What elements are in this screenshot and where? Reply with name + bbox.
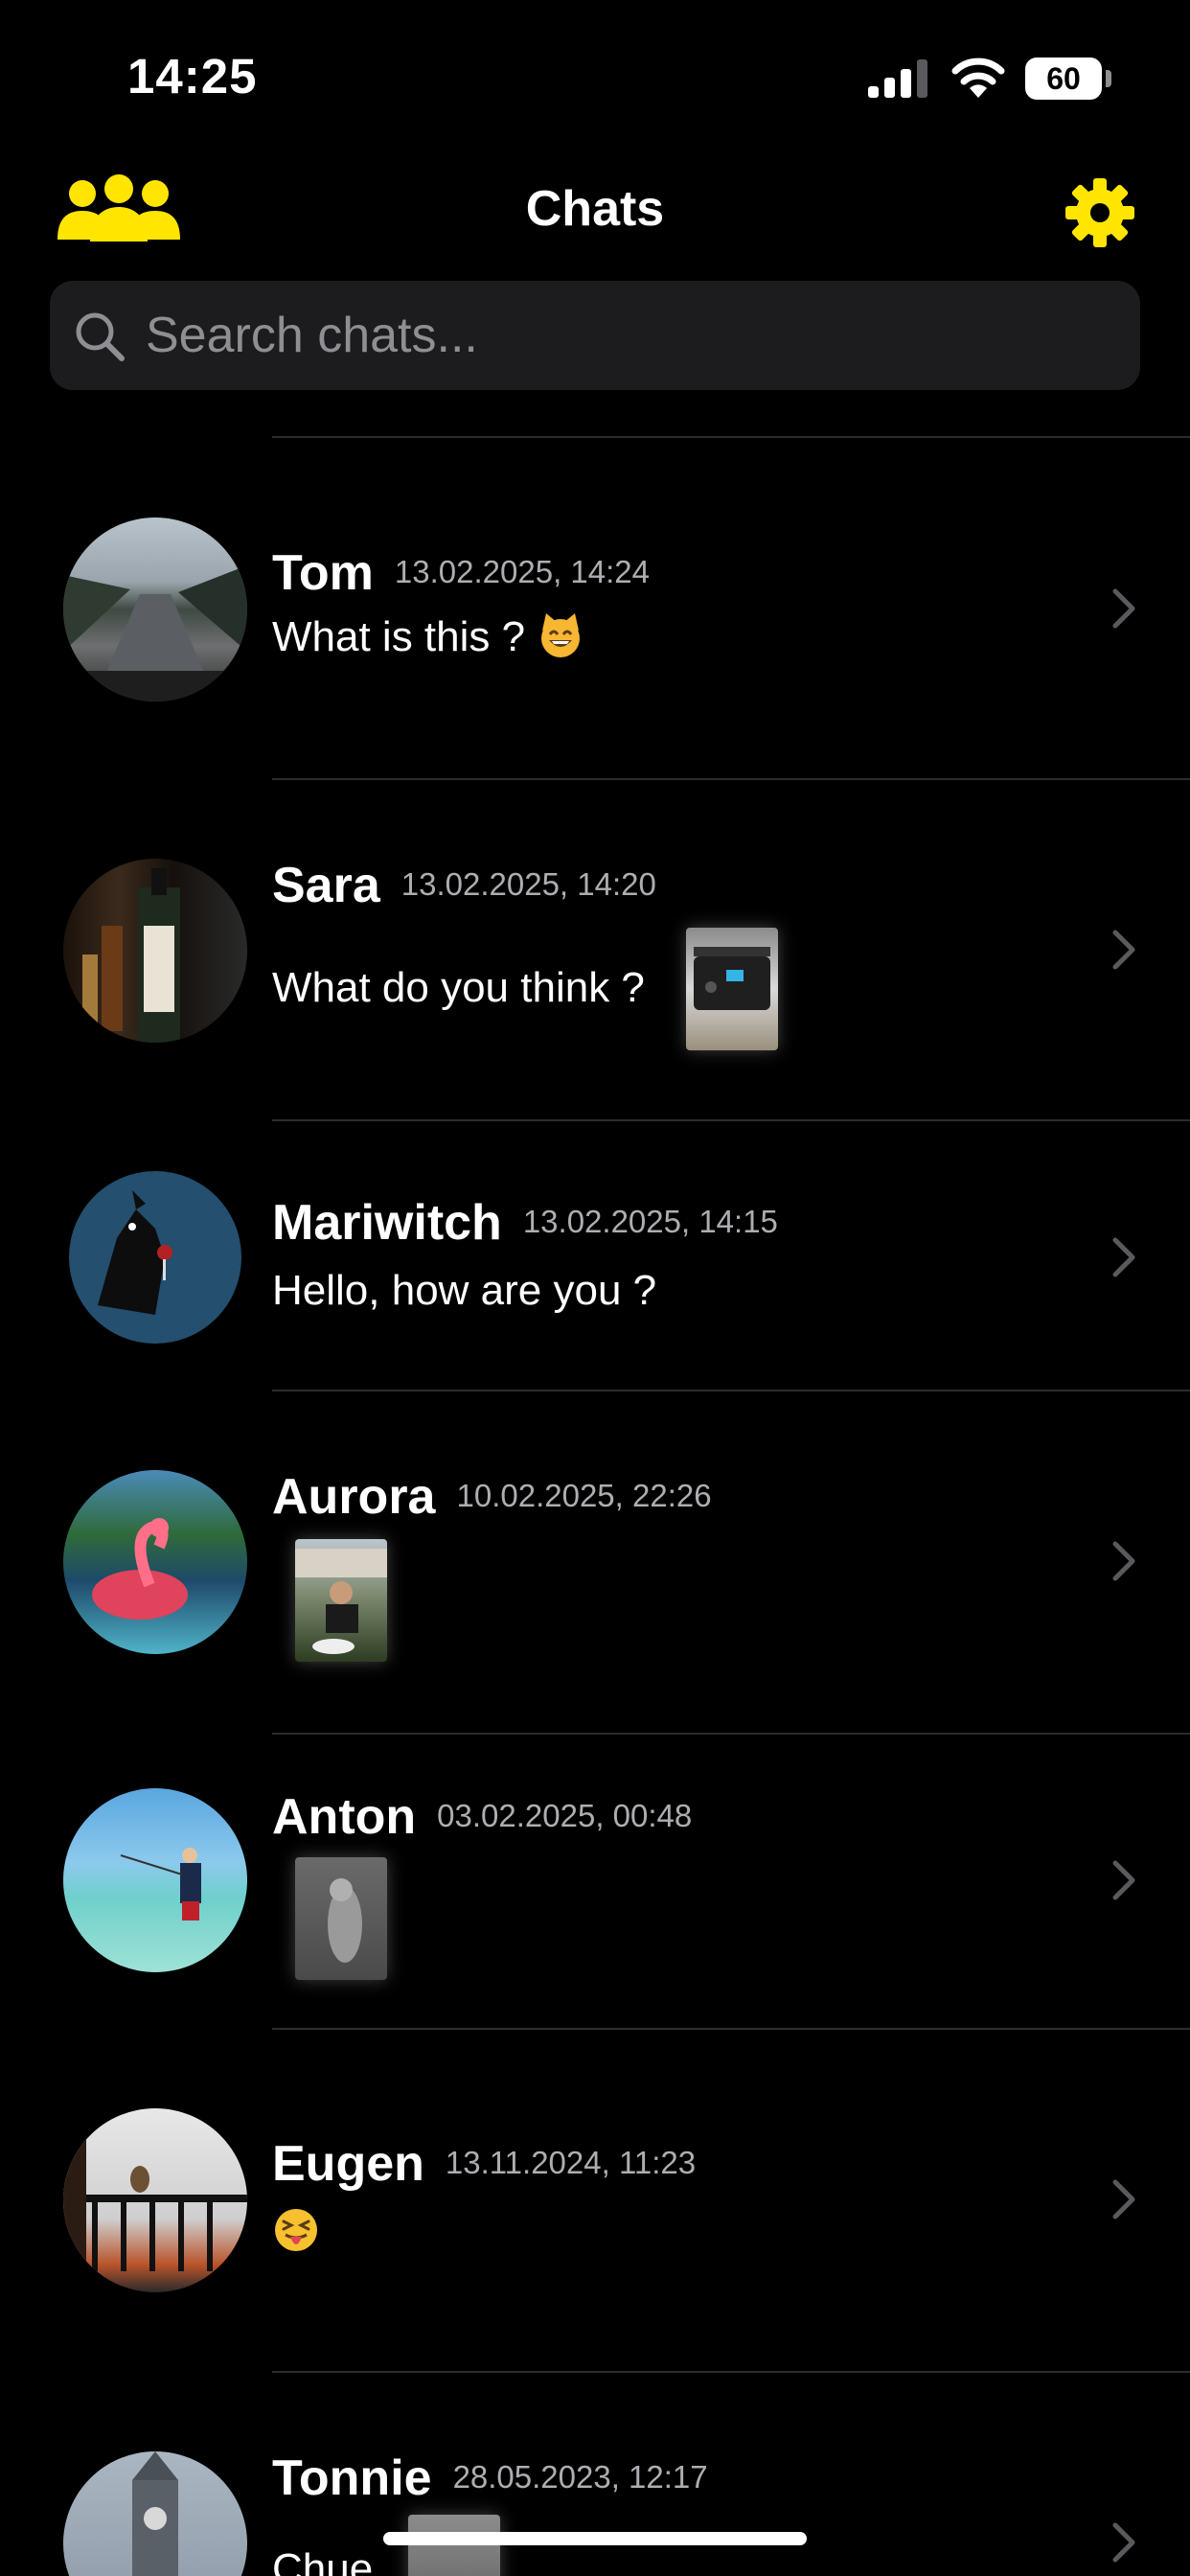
page-title: Chats — [525, 181, 665, 237]
chat-date: 13.11.2024, 11:23 — [445, 2145, 697, 2181]
battery-level: 60 — [1046, 61, 1081, 96]
chat-date: 13.02.2025, 14:15 — [522, 1204, 778, 1240]
squinting-tongue-face-icon — [275, 2209, 317, 2252]
avatar — [63, 2451, 247, 2576]
chat-name: Eugen — [272, 2136, 424, 2192]
chevron-right-icon — [1112, 1237, 1135, 1277]
search-input[interactable] — [146, 281, 1104, 390]
chat-date: 10.02.2025, 22:26 — [456, 1478, 712, 1514]
gear-icon[interactable] — [1065, 178, 1134, 247]
cellular-signal-icon — [868, 59, 927, 98]
chat-date: 13.02.2025, 14:24 — [394, 554, 650, 590]
chat-name: Anton — [272, 1789, 417, 1845]
grinning-cat-icon — [541, 613, 581, 658]
avatar — [69, 1171, 241, 1344]
chat-name: Tom — [272, 545, 374, 601]
search-bar[interactable] — [50, 281, 1140, 390]
chat-row-eugen[interactable]: Eugen 13.11.2024, 11:23 — [0, 2030, 1190, 2373]
chat-name: Aurora — [272, 1469, 436, 1525]
chat-message: What do you think ? — [272, 964, 645, 1011]
chat-message: Chue — [272, 2545, 374, 2576]
chat-row-sara[interactable]: Sara 13.02.2025, 14:20 What do you think … — [0, 780, 1190, 1121]
avatar — [63, 1470, 247, 1654]
chat-name: Mariwitch — [272, 1195, 502, 1251]
chevron-right-icon — [1112, 588, 1135, 629]
attachment-thumbnail[interactable] — [686, 928, 778, 1050]
chevron-right-icon — [1112, 1860, 1135, 1900]
chat-row-anton[interactable]: Anton 03.02.2025, 00:48 — [0, 1735, 1190, 2030]
chat-date: 28.05.2023, 12:17 — [452, 2459, 708, 2496]
attachment-thumbnail[interactable] — [408, 2515, 500, 2576]
divider — [272, 436, 1190, 438]
chevron-right-icon — [1112, 1541, 1135, 1581]
chat-date: 03.02.2025, 00:48 — [437, 1798, 693, 1834]
chevron-right-icon — [1112, 930, 1135, 970]
chat-row-aurora[interactable]: Aurora 10.02.2025, 22:26 — [0, 1392, 1190, 1735]
chevron-right-icon — [1112, 2522, 1135, 2563]
chat-row-tom[interactable]: Tom 13.02.2025, 14:24 What is this ? — [0, 439, 1190, 780]
wifi-icon — [951, 58, 1005, 98]
chat-date: 13.02.2025, 14:20 — [400, 866, 656, 903]
battery-icon: 60 — [1025, 58, 1111, 100]
status-bar: 14:25 60 — [0, 0, 1190, 144]
attachment-thumbnail[interactable] — [295, 1857, 387, 1980]
chat-message: Hello, how are you ? — [272, 1267, 657, 1314]
chat-name: Tonnie — [272, 2450, 432, 2506]
chevron-right-icon — [1112, 2179, 1135, 2220]
chat-row-tonnie[interactable]: Tonnie 28.05.2023, 12:17 Chue — [0, 2373, 1190, 2576]
avatar — [63, 1788, 247, 1972]
status-time: 14:25 — [127, 49, 258, 104]
home-indicator[interactable] — [383, 2532, 807, 2545]
avatar — [63, 518, 247, 702]
chat-message: What is this ? — [272, 613, 526, 660]
attachment-thumbnail[interactable] — [295, 1539, 387, 1662]
search-icon — [76, 312, 125, 361]
avatar — [63, 859, 247, 1043]
avatar — [63, 2108, 247, 2292]
chat-row-mariwitch[interactable]: Mariwitch 13.02.2025, 14:15 Hello, how ar… — [0, 1121, 1190, 1392]
chat-name: Sara — [272, 858, 380, 913]
